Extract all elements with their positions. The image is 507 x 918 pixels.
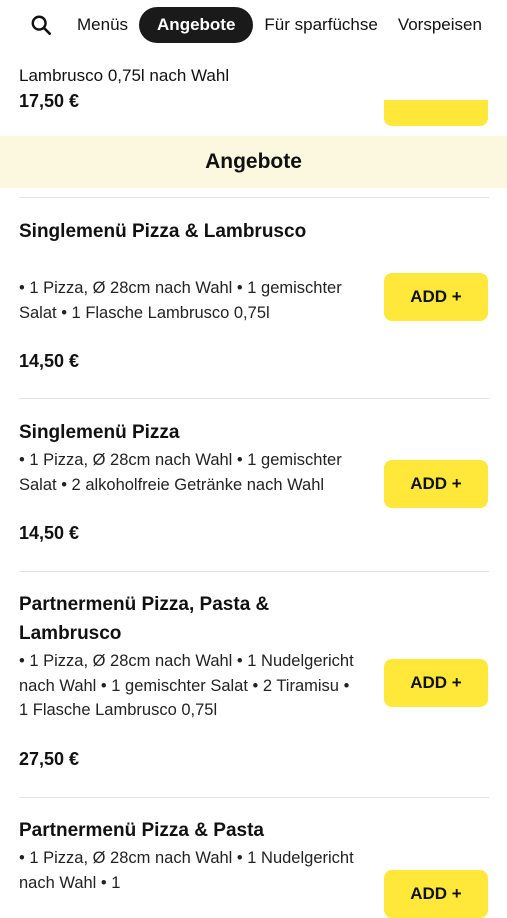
divider (19, 571, 489, 572)
item-price: 27,50 € (19, 749, 80, 769)
item-name: Partnermenü Pizza & Pasta (19, 820, 264, 841)
add-button[interactable] (384, 100, 488, 126)
tab-vorspeisen[interactable]: Vorspeisen (389, 8, 491, 42)
item-name: Partnermenü Pizza, Pasta & Lambrusco (19, 594, 270, 644)
tab-fuer-sparfuechse[interactable]: Für sparfüchse (255, 8, 386, 42)
item-description: Lambrusco 0,75l nach Wahl (19, 66, 230, 85)
item-description: • 1 Pizza, Ø 28cm nach Wahl • 1 gemischt… (19, 279, 342, 322)
category-nav: Menüs Angebote Für sparfüchse Vorspeisen (0, 0, 507, 50)
divider (19, 398, 489, 399)
item-description: • 1 Pizza, Ø 28cm nach Wahl • 1 gemischt… (19, 451, 342, 494)
category-tabs: Menüs Angebote Für sparfüchse Vorspeisen (68, 7, 493, 43)
divider (19, 197, 489, 198)
tab-menues[interactable]: Menüs (68, 8, 137, 42)
section-header: Angebote (0, 136, 507, 188)
previous-menu-item: Lambrusco 0,75l nach Wahl 17,50 € (0, 50, 507, 136)
item-price: 14,50 € (19, 351, 80, 371)
item-price: 14,50 € (19, 523, 80, 543)
tab-angebote[interactable]: Angebote (139, 7, 254, 43)
search-icon[interactable] (30, 14, 52, 36)
item-description: • 1 Pizza, Ø 28cm nach Wahl • 1 Nudelger… (19, 652, 354, 719)
add-button[interactable]: ADD + (384, 273, 488, 321)
divider (19, 797, 489, 798)
item-name: Singlemenü Pizza & Lambrusco (19, 221, 307, 242)
add-button[interactable]: ADD + (384, 870, 488, 918)
item-price: 17,50 € (19, 91, 80, 111)
item-description: • 1 Pizza, Ø 28cm nach Wahl • 1 Nudelger… (19, 849, 354, 892)
add-button[interactable]: ADD + (384, 460, 488, 508)
add-button[interactable]: ADD + (384, 659, 488, 707)
item-name: Singlemenü Pizza (19, 422, 180, 443)
